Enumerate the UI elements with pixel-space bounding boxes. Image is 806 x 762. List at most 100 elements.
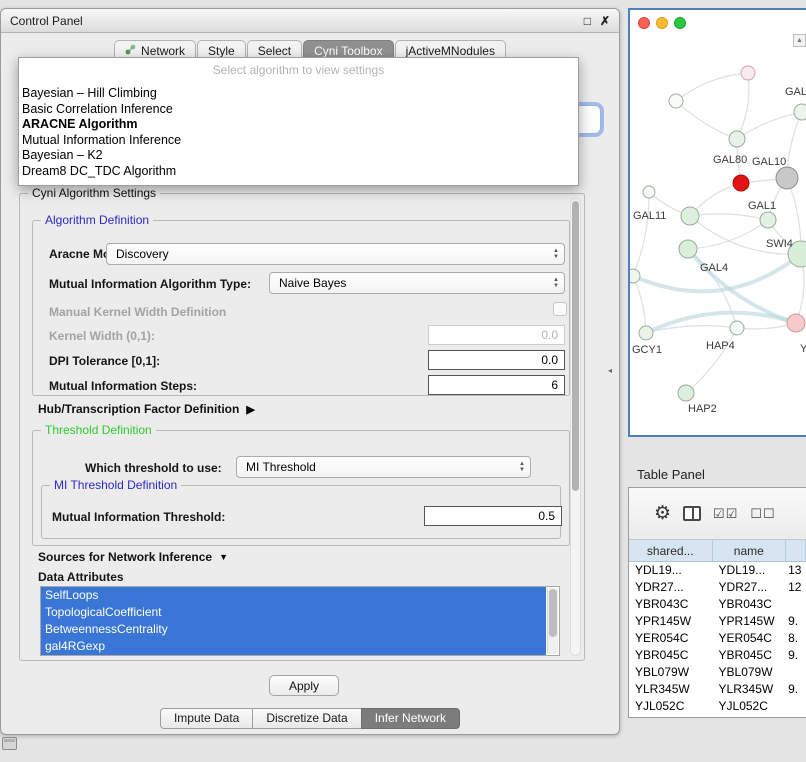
network-edge: [737, 73, 749, 139]
manual-kernel-width-checkbox[interactable]: [553, 302, 567, 316]
table-cell: 12: [786, 579, 806, 596]
window-minimize-icon[interactable]: [656, 17, 668, 29]
mi-threshold-definition-title: MI Threshold Definition: [50, 478, 181, 492]
table-cell: YER054C: [713, 630, 787, 647]
gear-icon[interactable]: ⚙: [654, 502, 671, 525]
mi-threshold-field[interactable]: 0.5: [424, 506, 562, 526]
algorithm-option[interactable]: ARACNE Algorithm: [19, 117, 578, 133]
network-node[interactable]: [741, 66, 755, 80]
columns-icon[interactable]: [683, 506, 701, 521]
network-node[interactable]: [679, 240, 697, 258]
kernel-width-label: Kernel Width (0,1):: [49, 329, 155, 343]
network-node[interactable]: [794, 104, 806, 120]
aracne-mode-select[interactable]: Discovery ▲▼: [106, 243, 565, 265]
network-node[interactable]: [678, 385, 694, 401]
table-row[interactable]: YBR045CYBR045C9.: [629, 647, 806, 664]
mi-steps-label: Mutual Information Steps:: [49, 379, 197, 393]
window-close-icon[interactable]: [638, 17, 650, 29]
kernel-width-field[interactable]: 0.0: [428, 325, 565, 345]
column-header[interactable]: shared...: [629, 540, 713, 561]
data-attributes-list[interactable]: SelfLoopsTopologicalCoefficientBetweenne…: [40, 586, 560, 656]
table-row[interactable]: YDL19...YDL19...13: [629, 562, 806, 579]
attributes-scrollbar[interactable]: [547, 588, 558, 654]
select-all-icon[interactable]: ☑☑: [713, 506, 738, 522]
algorithm-option[interactable]: Bayesian – K2: [19, 148, 578, 164]
table-row[interactable]: YJL052CYJL052C: [629, 698, 806, 715]
network-edge: [690, 214, 768, 220]
table-cell: YLR345W: [629, 681, 713, 698]
algorithm-option[interactable]: Dream8 DC_TDC Algorithm: [19, 164, 578, 180]
settings-scrollbar-thumb[interactable]: [572, 201, 579, 491]
close-icon[interactable]: ✗: [600, 14, 610, 28]
maximize-icon[interactable]: □: [584, 14, 591, 28]
table-cell: [786, 698, 806, 715]
data-attribute-item[interactable]: TopologicalCoefficient: [41, 604, 546, 621]
network-node[interactable]: [733, 175, 749, 191]
node-label: GAL7: [785, 86, 806, 98]
mi-algorithm-type-select[interactable]: Naive Bayes ▲▼: [269, 272, 565, 294]
algorithm-option[interactable]: Bayesian – Hill Climbing: [19, 86, 578, 102]
column-header[interactable]: [786, 540, 806, 561]
table-row[interactable]: YLR345WYLR345W9.: [629, 681, 806, 698]
network-graph[interactable]: GAL7GAL80GAL10GAL11GAL1SWI4GAL4GCY1HAP4H…: [630, 34, 806, 437]
network-node[interactable]: [760, 212, 776, 228]
network-node[interactable]: [681, 207, 699, 225]
data-attribute-item[interactable]: BetweennessCentrality: [41, 621, 546, 638]
data-attribute-item[interactable]: gal4RGexp: [41, 638, 546, 655]
deselect-all-icon[interactable]: ☐☐: [750, 506, 775, 522]
network-node[interactable]: [787, 314, 805, 332]
table-cell: 9.: [786, 613, 806, 630]
algorithm-option[interactable]: Mutual Information Inference: [19, 133, 578, 149]
attr-items: SelfLoopsTopologicalCoefficientBetweenne…: [41, 587, 559, 655]
stepper-icon: ▲▼: [553, 248, 559, 260]
table-cell: 8.: [786, 630, 806, 647]
network-edge: [676, 73, 748, 101]
network-node[interactable]: [643, 186, 655, 198]
which-threshold-select[interactable]: MI Threshold ▲▼: [236, 456, 531, 478]
table-row[interactable]: YDR27...YDR27...12: [629, 579, 806, 596]
table-cell: YJL052C: [713, 698, 787, 715]
dock-panel-icon[interactable]: [2, 737, 17, 750]
table-cell: YBR043C: [629, 596, 713, 613]
attributes-scrollbar-thumb[interactable]: [549, 589, 557, 637]
sources-section[interactable]: Sources for Network Inference ▼: [38, 550, 228, 564]
table-row[interactable]: YBL079WYBL079W: [629, 664, 806, 681]
cyni-algorithm-settings-title: Cyni Algorithm Settings: [28, 186, 160, 200]
node-label: GAL11: [633, 210, 666, 222]
table-row[interactable]: YER054CYER054C8.: [629, 630, 806, 647]
hub-definition-section[interactable]: Hub/Transcription Factor Definition ▶: [38, 402, 255, 416]
network-node[interactable]: [729, 131, 745, 147]
expand-right-icon[interactable]: ▶: [246, 403, 254, 416]
dpi-tolerance-field[interactable]: 0.0: [428, 350, 565, 370]
network-node[interactable]: [730, 321, 744, 335]
algorithm-dropdown-list: Bayesian – Hill ClimbingBasic Correlatio…: [19, 86, 578, 179]
control-panel-title: Control Panel: [10, 14, 83, 28]
screen: Control Panel □ ✗ NetworkStyleSelectCyni…: [0, 0, 806, 762]
algorithm-option[interactable]: Basic Correlation Inference: [19, 102, 578, 118]
bottom-tab-impute-data[interactable]: Impute Data: [160, 708, 253, 729]
mi-steps-field[interactable]: 6: [428, 375, 565, 395]
settings-scrollbar[interactable]: [570, 198, 581, 656]
panel-resize-arrow[interactable]: ◂: [608, 366, 612, 375]
algorithm-definition-title: Algorithm Definition: [41, 213, 153, 227]
window-zoom-icon[interactable]: [674, 17, 686, 29]
table-cell: 13: [786, 562, 806, 579]
table-row[interactable]: YPR145WYPR145W9.: [629, 613, 806, 630]
network-node[interactable]: [630, 269, 640, 283]
table-cell: 9.: [786, 647, 806, 664]
bottom-tab-discretize-data[interactable]: Discretize Data: [252, 708, 361, 729]
collapse-down-icon[interactable]: ▼: [219, 552, 228, 562]
column-header[interactable]: name: [713, 540, 787, 561]
table-row[interactable]: YBR043CYBR043C: [629, 596, 806, 613]
control-panel-titlebar[interactable]: Control Panel □ ✗: [1, 9, 619, 33]
bottom-tab-infer-network[interactable]: Infer Network: [361, 708, 460, 729]
data-attribute-item[interactable]: SelfLoops: [41, 587, 546, 604]
apply-button[interactable]: Apply: [269, 675, 339, 696]
table-cell: YBR043C: [713, 596, 787, 613]
network-node[interactable]: [776, 167, 798, 189]
network-node[interactable]: [639, 326, 653, 340]
network-node[interactable]: [669, 94, 683, 108]
network-edge: [676, 101, 737, 139]
network-edge: [633, 192, 649, 276]
table-toolbar: ⚙ ☑☑ ☐☐: [629, 488, 806, 540]
